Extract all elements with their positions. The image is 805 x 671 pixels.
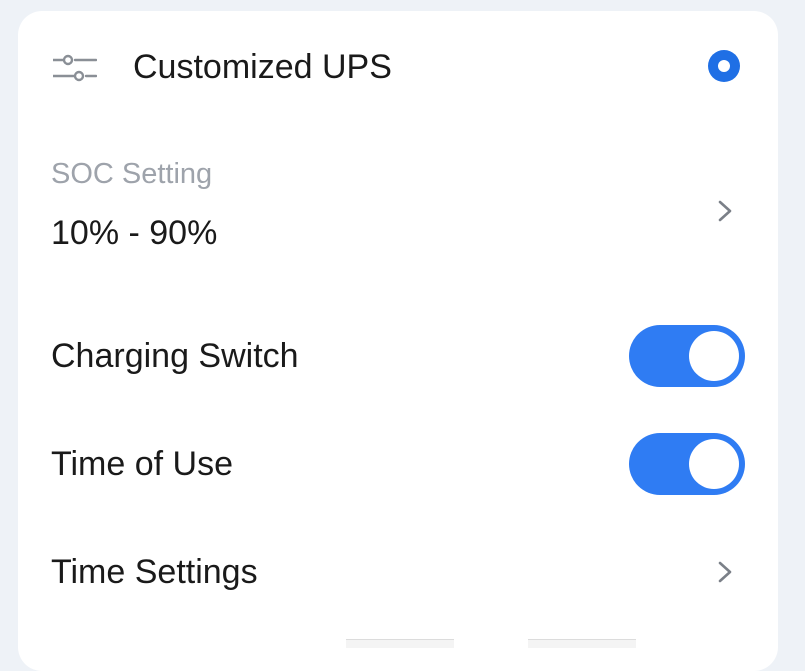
charging-switch-toggle[interactable]: [629, 325, 745, 387]
time-settings-label: Time Settings: [51, 553, 258, 591]
ups-mode-card: Customized UPS SOC Setting 10% - 90% Cha…: [18, 11, 778, 671]
time-of-use-label: Time of Use: [51, 445, 234, 483]
time-chart-thumbnail: [346, 639, 454, 648]
chevron-right-icon: [718, 561, 732, 583]
soc-setting-value: 10% - 90%: [51, 214, 218, 252]
charging-switch-label: Charging Switch: [51, 337, 299, 375]
selected-radio[interactable]: [708, 50, 740, 82]
toggle-knob: [689, 331, 739, 381]
time-of-use-toggle[interactable]: [629, 433, 745, 495]
customized-ups-option[interactable]: Customized UPS: [18, 11, 778, 121]
charging-switch-row: Charging Switch: [18, 321, 778, 391]
option-title: Customized UPS: [133, 48, 392, 86]
soc-setting-row[interactable]: SOC Setting 10% - 90%: [18, 151, 778, 261]
time-settings-row[interactable]: Time Settings: [18, 537, 778, 607]
time-of-use-row: Time of Use: [18, 429, 778, 499]
soc-setting-label: SOC Setting: [51, 158, 213, 190]
sliders-icon: [53, 54, 97, 82]
chevron-right-icon: [718, 200, 732, 222]
toggle-knob: [689, 439, 739, 489]
time-chart-thumbnail: [528, 639, 636, 648]
